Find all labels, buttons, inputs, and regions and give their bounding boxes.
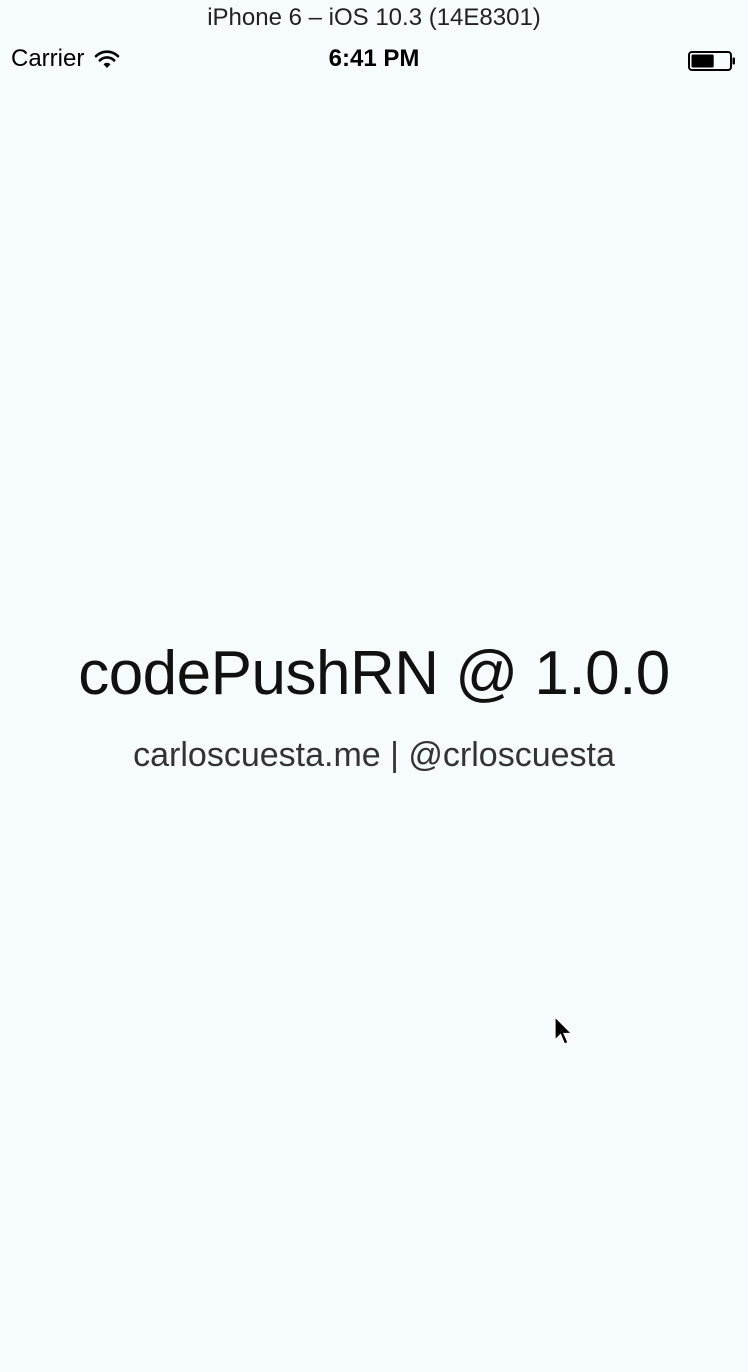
simulator-window-title: iPhone 6 – iOS 10.3 (14E8301) bbox=[0, 0, 748, 36]
status-time: 6:41 PM bbox=[328, 45, 420, 72]
status-bar: Carrier 6:41 PM bbox=[0, 40, 748, 80]
mouse-pointer-icon bbox=[554, 1016, 573, 1045]
app-title: codePushRN @ 1.0.0 bbox=[78, 639, 670, 708]
app-content: codePushRN @ 1.0.0 carloscuesta.me | @cr… bbox=[0, 80, 748, 1372]
app-subtitle: carloscuesta.me | @crloscuesta bbox=[133, 736, 615, 774]
battery-icon bbox=[688, 51, 735, 71]
